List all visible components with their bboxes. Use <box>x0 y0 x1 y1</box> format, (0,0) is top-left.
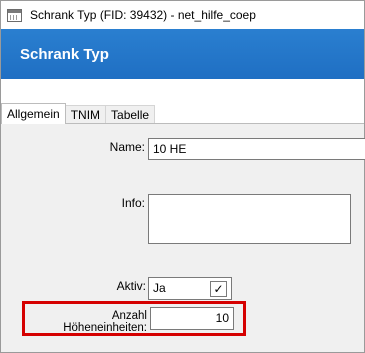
info-label: Info: <box>121 196 145 210</box>
highlight-box <box>22 301 246 336</box>
page-title: Schrank Typ <box>20 45 109 63</box>
tab-tabelle[interactable]: Tabelle <box>105 105 156 124</box>
header-banner: Schrank Typ <box>1 29 364 79</box>
name-label: Name: <box>109 140 145 154</box>
tab-allgemein[interactable]: Allgemein <box>1 103 66 124</box>
name-field[interactable]: 10 HE <box>148 138 365 160</box>
info-textarea[interactable] <box>148 194 351 244</box>
tab-tnim[interactable]: TNIM <box>64 105 107 124</box>
table-icon <box>7 8 22 22</box>
header-spacer <box>1 79 364 97</box>
aktiv-label: Aktiv: <box>116 279 146 293</box>
title-bar: Schrank Typ (FID: 39432) - net_hilfe_coe… <box>1 1 364 29</box>
tab-bar: Allgemein TNIM Tabelle <box>1 103 156 124</box>
aktiv-value: Ja <box>153 281 166 295</box>
check-icon[interactable]: ✓ <box>210 281 227 297</box>
window-title: Schrank Typ (FID: 39432) - net_hilfe_coe… <box>30 8 256 22</box>
